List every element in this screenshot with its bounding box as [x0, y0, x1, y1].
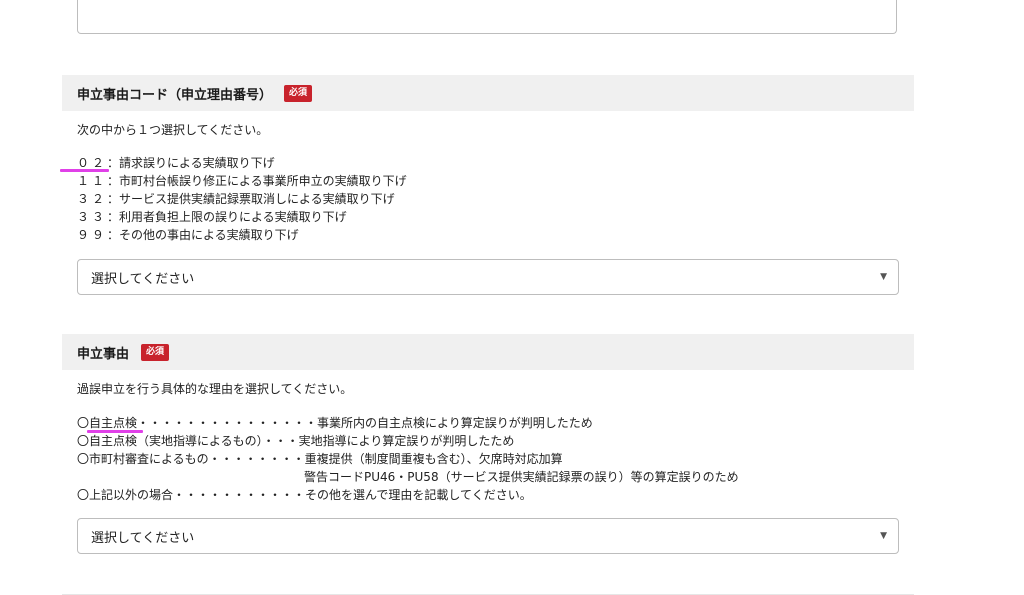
reason-section-header: 申立事由 必須	[62, 334, 914, 370]
option-label: 〇上記以外の場合・・・・・・・・・・・	[77, 488, 306, 502]
reason-code-option: ３２：サービス提供実績記録票取消しによる実績取り下げ	[77, 190, 395, 208]
option-text: サービス提供実績記録票取消しによる実績取り下げ	[119, 192, 395, 206]
reason-option: 〇自主点検・・・・・・・・・・・・・・・事業所内の自主点検により算定誤りが判明し…	[77, 414, 593, 432]
required-badge: 必須	[284, 84, 313, 102]
reason-code-instruction: 次の中から１つ選択してください。	[77, 123, 269, 137]
reason-code-section-header: 申立事由コード（申立理由番号） 必須	[62, 75, 914, 111]
reason-option: 〇自主点検（実地指導によるもの）・・・実地指導により算定誤りが判明したため	[77, 432, 514, 450]
option-text: 重複提供（制度間重複も含む）、欠席時対応加算	[304, 452, 563, 466]
option-label: 〇自主点検・・・・・・・・・・・・・・・	[77, 416, 318, 430]
option-code: １１	[77, 174, 108, 188]
option-text: 事業所内の自主点検により算定誤りが判明したため	[317, 416, 593, 430]
option-code: ３３	[77, 210, 108, 224]
required-badge: 必須	[141, 343, 170, 361]
chevron-down-icon: ▼	[880, 272, 887, 282]
option-separator: ：	[107, 174, 120, 188]
option-separator: ：	[107, 210, 120, 224]
reason-code-option: ３３：利用者負担上限の誤りによる実績取り下げ	[77, 208, 347, 226]
option-separator: ：	[107, 156, 120, 170]
reason-instruction: 過誤申立を行う具体的な理由を選択してください。	[77, 382, 353, 396]
option-text: その他を選んで理由を記載してください。	[305, 488, 532, 502]
top-text-input[interactable]	[77, 0, 897, 34]
option-text: 実地指導により算定誤りが判明したため	[298, 434, 515, 448]
reason-code-option: １１：市町村台帳誤り修正による事業所申立の実績取り下げ	[77, 172, 407, 190]
option-text: 請求誤りによる実績取り下げ	[119, 156, 275, 170]
reason-code-title: 申立事由コード（申立理由番号）	[77, 87, 273, 103]
option-text: 警告コードPU46・PU58（サービス提供実績記録票の誤り）等の算定誤りのため	[304, 470, 739, 484]
reason-option-continuation: 警告コードPU46・PU58（サービス提供実績記録票の誤り）等の算定誤りのため	[304, 468, 739, 486]
reason-code-select[interactable]: 選択してください ▼	[77, 259, 899, 295]
form-page: 申立事由コード（申立理由番号） 必須 次の中から１つ選択してください。 ０２：請…	[0, 0, 1024, 595]
chevron-down-icon: ▼	[880, 531, 887, 541]
select-value: 選択してください	[91, 530, 195, 546]
option-label: 〇自主点検（実地指導によるもの）・・・	[77, 434, 299, 448]
select-value: 選択してください	[91, 271, 195, 287]
reason-option: 〇上記以外の場合・・・・・・・・・・・その他を選んで理由を記載してください。	[77, 486, 532, 504]
reason-option: 〇市町村審査によるもの・・・・・・・・重複提供（制度間重複も含む）、欠席時対応加…	[77, 450, 563, 468]
option-separator: ：	[107, 192, 120, 206]
reason-code-option: ９９：その他の事由による実績取り下げ	[77, 226, 299, 244]
option-code: ３２	[77, 192, 108, 206]
reason-title: 申立事由	[77, 346, 130, 362]
reason-select[interactable]: 選択してください ▼	[77, 518, 899, 554]
option-text: 市町村台帳誤り修正による事業所申立の実績取り下げ	[119, 174, 407, 188]
option-separator: ：	[107, 228, 120, 242]
option-code: ９９	[77, 228, 108, 242]
option-label: 〇市町村審査によるもの・・・・・・・・	[77, 452, 305, 466]
option-text: 利用者負担上限の誤りによる実績取り下げ	[119, 210, 347, 224]
option-text: その他の事由による実績取り下げ	[119, 228, 299, 242]
